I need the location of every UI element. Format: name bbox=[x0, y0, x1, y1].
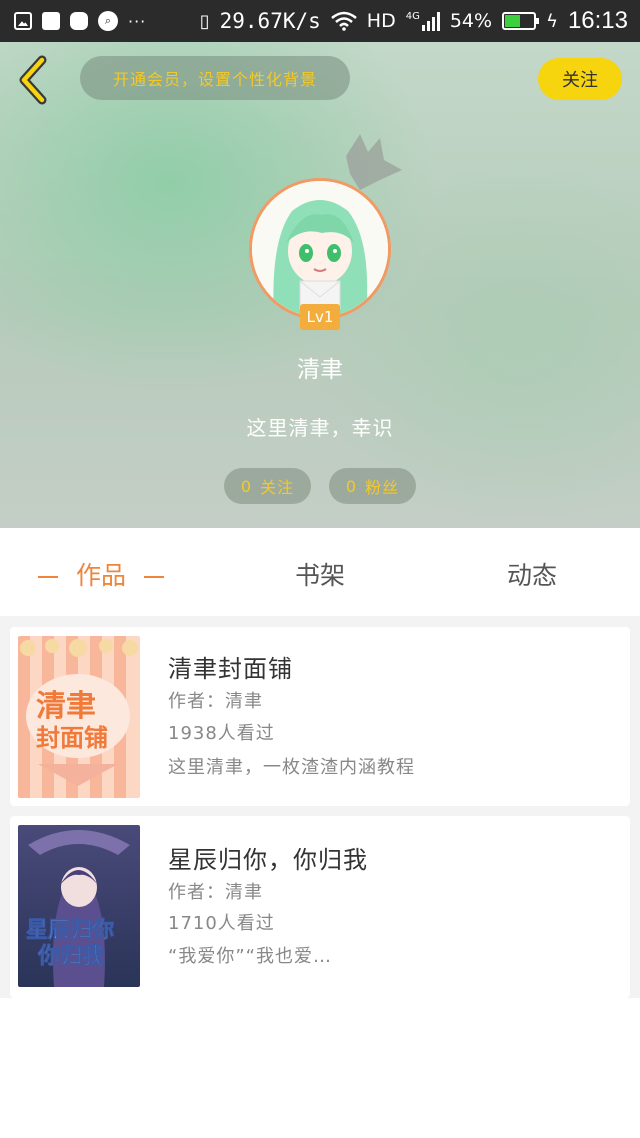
more-notifications-icon: ··· bbox=[128, 11, 147, 31]
app-notification-icon bbox=[42, 12, 60, 30]
status-bar-right: ▯ 29.67K/s HD 4G 54% ϟ 16:13 bbox=[200, 7, 628, 35]
following-count: 0 bbox=[240, 476, 253, 496]
tab-active-indicator-right bbox=[144, 576, 165, 578]
battery-percent: 54% bbox=[449, 10, 493, 32]
follow-button[interactable]: 关注 bbox=[538, 58, 622, 100]
signal-bars-icon bbox=[421, 11, 440, 31]
svg-text:清聿: 清聿 bbox=[36, 689, 96, 724]
cover-art-pink-icon: 清聿 封面铺 bbox=[18, 636, 140, 798]
fans-label: 粉丝 bbox=[365, 478, 400, 497]
book-views: 1938人看过 bbox=[168, 723, 275, 744]
fans-count-button[interactable]: 0 粉丝 bbox=[329, 468, 416, 504]
avatar[interactable] bbox=[249, 178, 391, 320]
vip-banner-button[interactable]: 开通会员，设置个性化背景 bbox=[80, 56, 350, 100]
app-notification-icon-2 bbox=[70, 12, 88, 30]
battery-fill bbox=[505, 15, 521, 27]
cell-signal: 4G bbox=[406, 11, 440, 31]
tab-active-indicator-left bbox=[38, 576, 58, 578]
wifi-icon bbox=[330, 11, 357, 31]
net-speed: 29.67K/s bbox=[219, 9, 321, 33]
tab-activity[interactable]: 动态 bbox=[507, 556, 557, 592]
network-gen: 4G bbox=[405, 11, 420, 22]
status-bar-left: ⌕ ··· bbox=[14, 11, 146, 31]
chevron-left-icon bbox=[19, 55, 47, 105]
user-bio: 这里清聿，幸识 bbox=[246, 416, 394, 440]
username: 清聿 bbox=[297, 357, 343, 383]
cover-art-anime-girl-icon: 星辰归你 你归我 bbox=[18, 825, 140, 987]
svg-text:你归我: 你归我 bbox=[37, 943, 104, 969]
book-cover: 清聿 封面铺 bbox=[18, 636, 140, 798]
avatar-image bbox=[252, 181, 388, 317]
charging-icon: ϟ bbox=[546, 10, 558, 32]
tab-bookshelf[interactable]: 书架 bbox=[295, 556, 345, 592]
fans-count: 0 bbox=[345, 476, 358, 496]
level-badge: Lv1 bbox=[300, 304, 340, 330]
book-description: “我爱你”“我也爱… bbox=[168, 946, 332, 967]
tab-works[interactable]: 作品 bbox=[20, 556, 182, 592]
search-notification-icon: ⌕ bbox=[98, 11, 118, 31]
svg-text:封面铺: 封面铺 bbox=[36, 723, 108, 752]
network-type: HD bbox=[366, 10, 396, 32]
book-views: 1710人看过 bbox=[168, 913, 275, 934]
book-description: 这里清聿，一枚渣渣内涵教程 bbox=[168, 757, 415, 778]
list-item[interactable]: 星辰归你 你归我 星辰归你，你归我 作者：清聿 1710人看过 “我爱你”“我也… bbox=[10, 816, 630, 998]
battery-icon bbox=[502, 12, 540, 30]
book-cover: 星辰归你 你归我 bbox=[18, 825, 140, 987]
book-title: 星辰归你，你归我 bbox=[168, 846, 368, 874]
gallery-notification-icon bbox=[14, 12, 32, 30]
tab-works-label: 作品 bbox=[76, 561, 127, 590]
vibrate-icon: ▯ bbox=[199, 10, 210, 32]
book-title: 清聿封面铺 bbox=[168, 655, 293, 683]
book-author: 作者：清聿 bbox=[168, 691, 263, 712]
svg-text:星辰归你: 星辰归你 bbox=[26, 917, 114, 943]
clock: 16:13 bbox=[567, 7, 628, 34]
following-count-button[interactable]: 0 关注 bbox=[224, 468, 311, 504]
profile-tabs: 作品 书架 动态 bbox=[0, 528, 640, 616]
works-list: 清聿 封面铺 清聿封面铺 作者：清聿 1938人看过 这里清聿，一枚渣渣内涵教程 bbox=[0, 616, 640, 998]
back-button[interactable] bbox=[12, 54, 56, 106]
status-bar: ⌕ ··· ▯ 29.67K/s HD 4G 54% ϟ 16:13 bbox=[0, 0, 640, 42]
profile-header: 开通会员，设置个性化背景 关注 Lv1 清聿 这里清聿，幸识 0 关注 0 粉丝 bbox=[0, 42, 640, 528]
following-label: 关注 bbox=[260, 478, 295, 497]
book-author: 作者：清聿 bbox=[168, 882, 263, 903]
list-item[interactable]: 清聿 封面铺 清聿封面铺 作者：清聿 1938人看过 这里清聿，一枚渣渣内涵教程 bbox=[10, 627, 630, 806]
